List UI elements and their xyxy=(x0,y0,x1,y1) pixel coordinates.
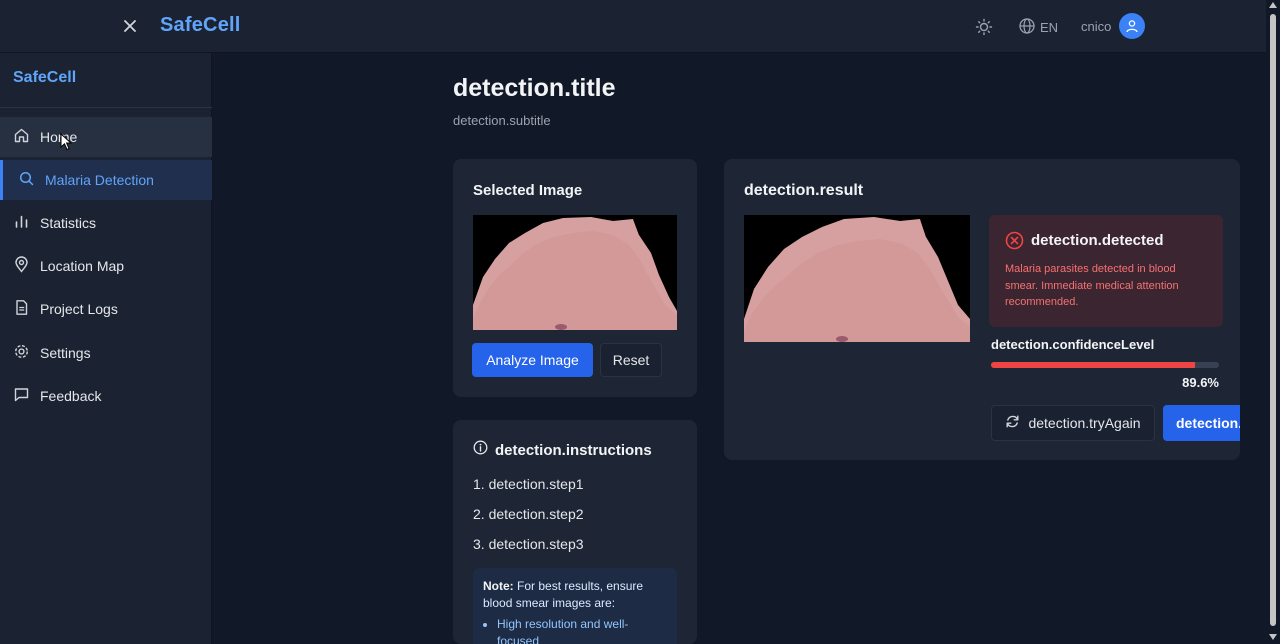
gear-icon xyxy=(13,343,30,363)
card-title: detection.result xyxy=(744,182,864,199)
globe-icon xyxy=(1018,17,1036,38)
scrollbar[interactable] xyxy=(1266,0,1280,644)
try-again-button[interactable]: detection.tryAgain xyxy=(991,405,1155,441)
sidebar-item-location-map[interactable]: Location Map xyxy=(0,246,212,286)
blood-cell-image xyxy=(473,215,677,330)
sidebar-item-label: Malaria Detection xyxy=(45,172,154,188)
note-label: Note: xyxy=(483,579,514,593)
user-menu[interactable]: cnico xyxy=(1081,13,1146,39)
document-icon xyxy=(13,299,30,319)
confidence-value: 89.6% xyxy=(1182,375,1219,390)
sidebar-item-settings[interactable]: Settings xyxy=(0,333,212,373)
card-title: Selected Image xyxy=(473,182,583,199)
sidebar: SafeCell Home Malaria Detection Statisti… xyxy=(0,53,212,644)
sidebar-item-label: Location Map xyxy=(40,258,125,274)
detection-result-card: detection.result detection.detected Mala… xyxy=(724,159,1240,460)
sidebar-item-statistics[interactable]: Statistics xyxy=(0,203,212,243)
alert-title: detection.detected xyxy=(1031,232,1164,249)
scroll-down-arrow[interactable] xyxy=(1269,634,1277,640)
sidebar-item-label: Statistics xyxy=(40,215,97,231)
info-icon xyxy=(473,440,488,460)
avatar[interactable] xyxy=(1119,13,1146,39)
refresh-icon xyxy=(1005,414,1020,432)
note-bullets: High resolution and well-focused xyxy=(483,616,667,644)
sidebar-divider xyxy=(0,107,212,108)
bar-chart-icon xyxy=(13,213,30,233)
page-subtitle: detection.subtitle xyxy=(453,113,551,128)
home-icon xyxy=(13,127,30,147)
username: cnico xyxy=(1081,18,1112,34)
result-cell-image xyxy=(744,215,970,342)
confidence-bar xyxy=(991,362,1219,368)
note-bullet: High resolution and well-focused xyxy=(497,616,667,644)
instruction-step: 3. detection.step3 xyxy=(473,536,584,552)
sidebar-item-label: Feedback xyxy=(40,388,102,404)
app-brand[interactable]: SafeCell xyxy=(160,14,241,37)
try-again-label: detection.tryAgain xyxy=(1028,415,1141,431)
confidence-label: detection.confidenceLevel xyxy=(991,337,1155,352)
instructions-card: detection.instructions 1. detection.step… xyxy=(453,420,697,644)
analyze-image-button[interactable]: Analyze Image xyxy=(472,343,593,377)
sidebar-item-feedback[interactable]: Feedback xyxy=(0,376,212,416)
mouse-cursor-icon xyxy=(60,133,72,151)
instructions-note: Note: For best results, ensure blood sme… xyxy=(473,568,677,644)
download-report-button[interactable]: detection. xyxy=(1163,405,1240,441)
sidebar-item-label: Settings xyxy=(40,345,91,361)
page-title: detection.title xyxy=(453,74,616,102)
sun-icon[interactable] xyxy=(974,17,994,37)
top-header: SafeCell EN cnico xyxy=(0,0,1266,53)
scroll-thumb[interactable] xyxy=(1270,14,1276,626)
instruction-step: 1. detection.step1 xyxy=(473,476,584,492)
user-icon xyxy=(1126,20,1139,33)
message-icon xyxy=(13,386,30,406)
sidebar-item-malaria-detection[interactable]: Malaria Detection xyxy=(0,160,212,200)
x-circle-icon xyxy=(1005,231,1024,255)
instructions-header: detection.instructions xyxy=(473,440,652,460)
sidebar-item-home[interactable]: Home xyxy=(0,117,212,157)
sidebar-item-project-logs[interactable]: Project Logs xyxy=(0,289,212,329)
detection-alert: detection.detected Malaria parasites det… xyxy=(989,215,1223,327)
selected-image-card: Selected Image Analyze Image Reset xyxy=(453,159,697,397)
instruction-step: 2. detection.step2 xyxy=(473,506,584,522)
reset-button[interactable]: Reset xyxy=(600,343,662,377)
sidebar-brand[interactable]: SafeCell xyxy=(13,69,76,87)
close-icon[interactable] xyxy=(120,16,140,36)
alert-message: Malaria parasites detected in blood smea… xyxy=(1005,263,1179,308)
search-icon xyxy=(18,170,35,190)
map-pin-icon xyxy=(13,256,30,276)
language-label: EN xyxy=(1040,19,1059,35)
sidebar-item-label: Project Logs xyxy=(40,301,118,317)
scroll-up-arrow[interactable] xyxy=(1269,2,1277,8)
instructions-title: detection.instructions xyxy=(495,441,652,459)
confidence-bar-fill xyxy=(991,362,1196,368)
language-selector[interactable]: EN xyxy=(1018,17,1058,37)
instructions-steps: 1. detection.step1 2. detection.step2 3.… xyxy=(473,476,584,566)
